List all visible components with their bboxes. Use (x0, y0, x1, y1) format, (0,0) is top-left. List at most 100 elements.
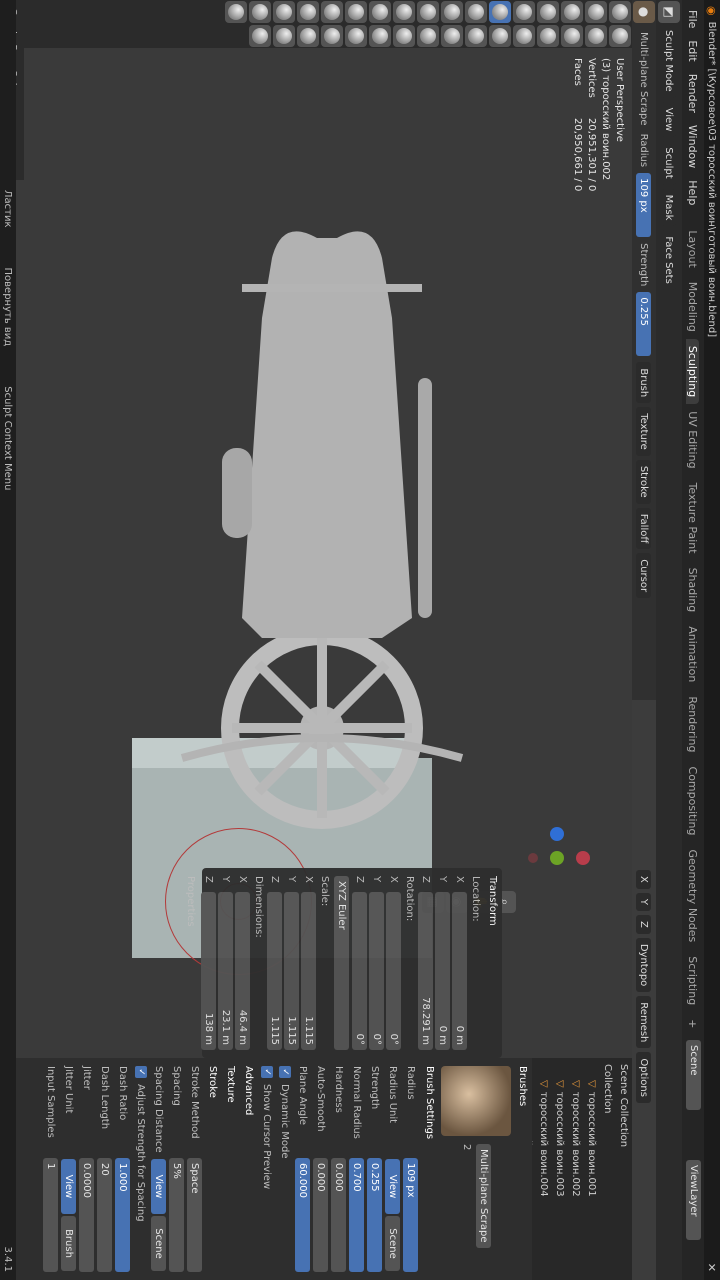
location-field-y[interactable]: 0 m (435, 892, 450, 1050)
brush-name-field[interactable]: Multi-plane Scrape (476, 1144, 491, 1248)
strength-field[interactable]: 0.255 (636, 292, 652, 357)
grab-brush-icon[interactable] (465, 1, 487, 23)
clay-brush-icon[interactable] (609, 25, 631, 47)
mode-selector[interactable]: Sculpt Mode (661, 24, 677, 98)
menu-help[interactable]: Help (687, 174, 700, 211)
texture-label[interactable]: Texture (226, 1066, 237, 1103)
menu-mask[interactable]: Mask (661, 188, 677, 227)
draw-brush-icon[interactable] (609, 1, 631, 23)
brush-settings-section[interactable]: Brush Settings (420, 1058, 439, 1280)
smooth-brush-icon[interactable] (537, 1, 559, 23)
thumb-brush-icon[interactable] (441, 25, 463, 47)
nudge-brush-icon[interactable] (417, 25, 439, 47)
tab-geometry-nodes[interactable]: Geometry Nodes (687, 842, 700, 949)
menu-window[interactable]: Window (687, 119, 700, 174)
jitter-unit-option-view[interactable]: View (61, 1159, 77, 1214)
stroke-method-field[interactable]: Space (187, 1158, 203, 1272)
tab-rendering[interactable]: Rendering (687, 689, 700, 759)
tab-shading[interactable]: Shading (687, 561, 700, 620)
dash-ratio-field[interactable]: 1.000 (115, 1158, 131, 1272)
strength-field[interactable]: 0.255 (367, 1158, 383, 1272)
menu-edit[interactable]: Edit (687, 34, 700, 67)
elastic-brush-icon[interactable] (465, 25, 487, 47)
dropdown-texture[interactable]: Texture (636, 407, 652, 456)
navigation-gizmo[interactable] (522, 823, 592, 893)
spacing-field[interactable]: 5% (169, 1158, 185, 1272)
brush-preview-icon[interactable]: ● (633, 1, 655, 23)
mask-brush-icon[interactable] (345, 25, 367, 47)
menu-face-sets[interactable]: Face Sets (661, 230, 677, 290)
tab-compositing[interactable]: Compositing (687, 760, 700, 843)
viewlayer-selector[interactable]: ViewLayer (686, 1160, 701, 1240)
outliner-item[interactable]: ▽ торосский воин.001 (584, 1058, 600, 1280)
viewlayer-field[interactable]: ViewLayer (686, 1160, 701, 1240)
slide-brush-icon[interactable] (393, 25, 415, 47)
color-filter-brush-icon[interactable] (249, 1, 271, 23)
menu-view[interactable]: View (661, 101, 677, 138)
rotation-mode-field[interactable]: XYZ Euler (334, 876, 349, 1050)
z-axis-toggle[interactable]: Z (636, 914, 652, 934)
input-samples-field[interactable]: 1 (43, 1158, 59, 1272)
menu-sculpt[interactable]: Sculpt (661, 141, 677, 185)
menu-file[interactable]: File (687, 4, 700, 34)
tab-animation[interactable]: Animation (687, 619, 700, 689)
pinch-brush-icon[interactable] (489, 25, 511, 47)
crease-brush-icon[interactable] (561, 25, 583, 47)
tab-uv-editing[interactable]: UV Editing (687, 404, 700, 475)
layer-brush-icon[interactable] (585, 1, 607, 23)
location-field-z[interactable]: 78.291 m (418, 892, 433, 1050)
location-field-x[interactable]: 0 m (452, 892, 467, 1050)
multiplane-brush-icon[interactable] (489, 1, 511, 23)
transform-brush-icon[interactable] (225, 1, 247, 23)
lasso-mask-brush-icon[interactable] (297, 1, 319, 23)
draw-face-sets-brush-icon[interactable] (321, 1, 343, 23)
snake-brush-icon[interactable] (441, 1, 463, 23)
flatten-brush-icon[interactable] (537, 25, 559, 47)
pose-brush-icon[interactable] (417, 1, 439, 23)
adjust-strength-checkbox[interactable]: ✓ (135, 1066, 147, 1078)
dash-length-field[interactable]: 20 (97, 1158, 113, 1272)
options-dropdown[interactable]: Options (636, 1052, 652, 1103)
viewport[interactable]: User Perspective (3) торосский воин.002 … (0, 48, 632, 1058)
rotate-brush-icon[interactable] (393, 1, 415, 23)
radius-field[interactable]: 109 px (403, 1158, 419, 1272)
radius-field[interactable]: 109 px (636, 173, 652, 238)
boundary-brush-icon[interactable] (369, 1, 391, 23)
box-mask-brush-icon[interactable] (321, 25, 343, 47)
dimensions-field-z[interactable]: 138 m (201, 892, 216, 1050)
scale-field-y[interactable]: 1.115 (284, 892, 299, 1050)
dropdown-brush[interactable]: Brush (636, 362, 652, 404)
dimensions-field-x[interactable]: 46.4 m (235, 892, 250, 1050)
stroke-label[interactable]: Stroke (208, 1066, 219, 1098)
radius-unit-option-scene[interactable]: Scene (385, 1216, 401, 1271)
properties-section[interactable]: Properties (181, 868, 200, 1058)
plane-angle-field[interactable]: 60.000 (295, 1158, 311, 1272)
menu-render[interactable]: Render (687, 68, 700, 119)
cloth-brush-icon[interactable] (369, 25, 391, 47)
outliner-item[interactable]: ▽ торосский воин.004 (536, 1058, 552, 1280)
show-cursor-preview-checkbox[interactable]: ✓ (261, 1066, 273, 1078)
scale-field-z[interactable]: 1.115 (267, 892, 282, 1050)
collection-row[interactable]: Collection (600, 1058, 616, 1280)
dropdown-cursor[interactable]: Cursor (636, 553, 652, 599)
fill-brush-icon[interactable] (513, 1, 535, 23)
scene-selector[interactable]: Scene (686, 1040, 701, 1110)
radius-unit-option-view[interactable]: View (385, 1159, 401, 1214)
scene-collection-row[interactable]: Scene Collection (616, 1058, 632, 1280)
rotation-field-y[interactable]: 0° (369, 892, 384, 1050)
rotation-field-z[interactable]: 0° (352, 892, 367, 1050)
spacing-distance-option-scene[interactable]: Scene (151, 1216, 167, 1271)
y-axis-toggle[interactable]: Y (636, 892, 652, 911)
brushes-section[interactable]: Brushes (513, 1058, 532, 1280)
editor-type-icon[interactable]: ◩ (658, 1, 680, 23)
brush-preview-thumb[interactable] (441, 1066, 511, 1136)
edit-face-set-brush-icon[interactable] (249, 25, 271, 47)
jitter-unit-option-brush[interactable]: Brush (61, 1216, 77, 1271)
add-workspace-icon[interactable]: + (687, 1012, 700, 1035)
dynamic-mode-checkbox[interactable]: ✓ (279, 1066, 291, 1078)
tab-scripting[interactable]: Scripting (687, 949, 700, 1012)
gizmo-y-icon[interactable] (550, 851, 564, 865)
x-axis-toggle[interactable]: X (636, 870, 652, 889)
remesh-dropdown[interactable]: Remesh (636, 996, 652, 1049)
blob-brush-icon[interactable] (561, 1, 583, 23)
